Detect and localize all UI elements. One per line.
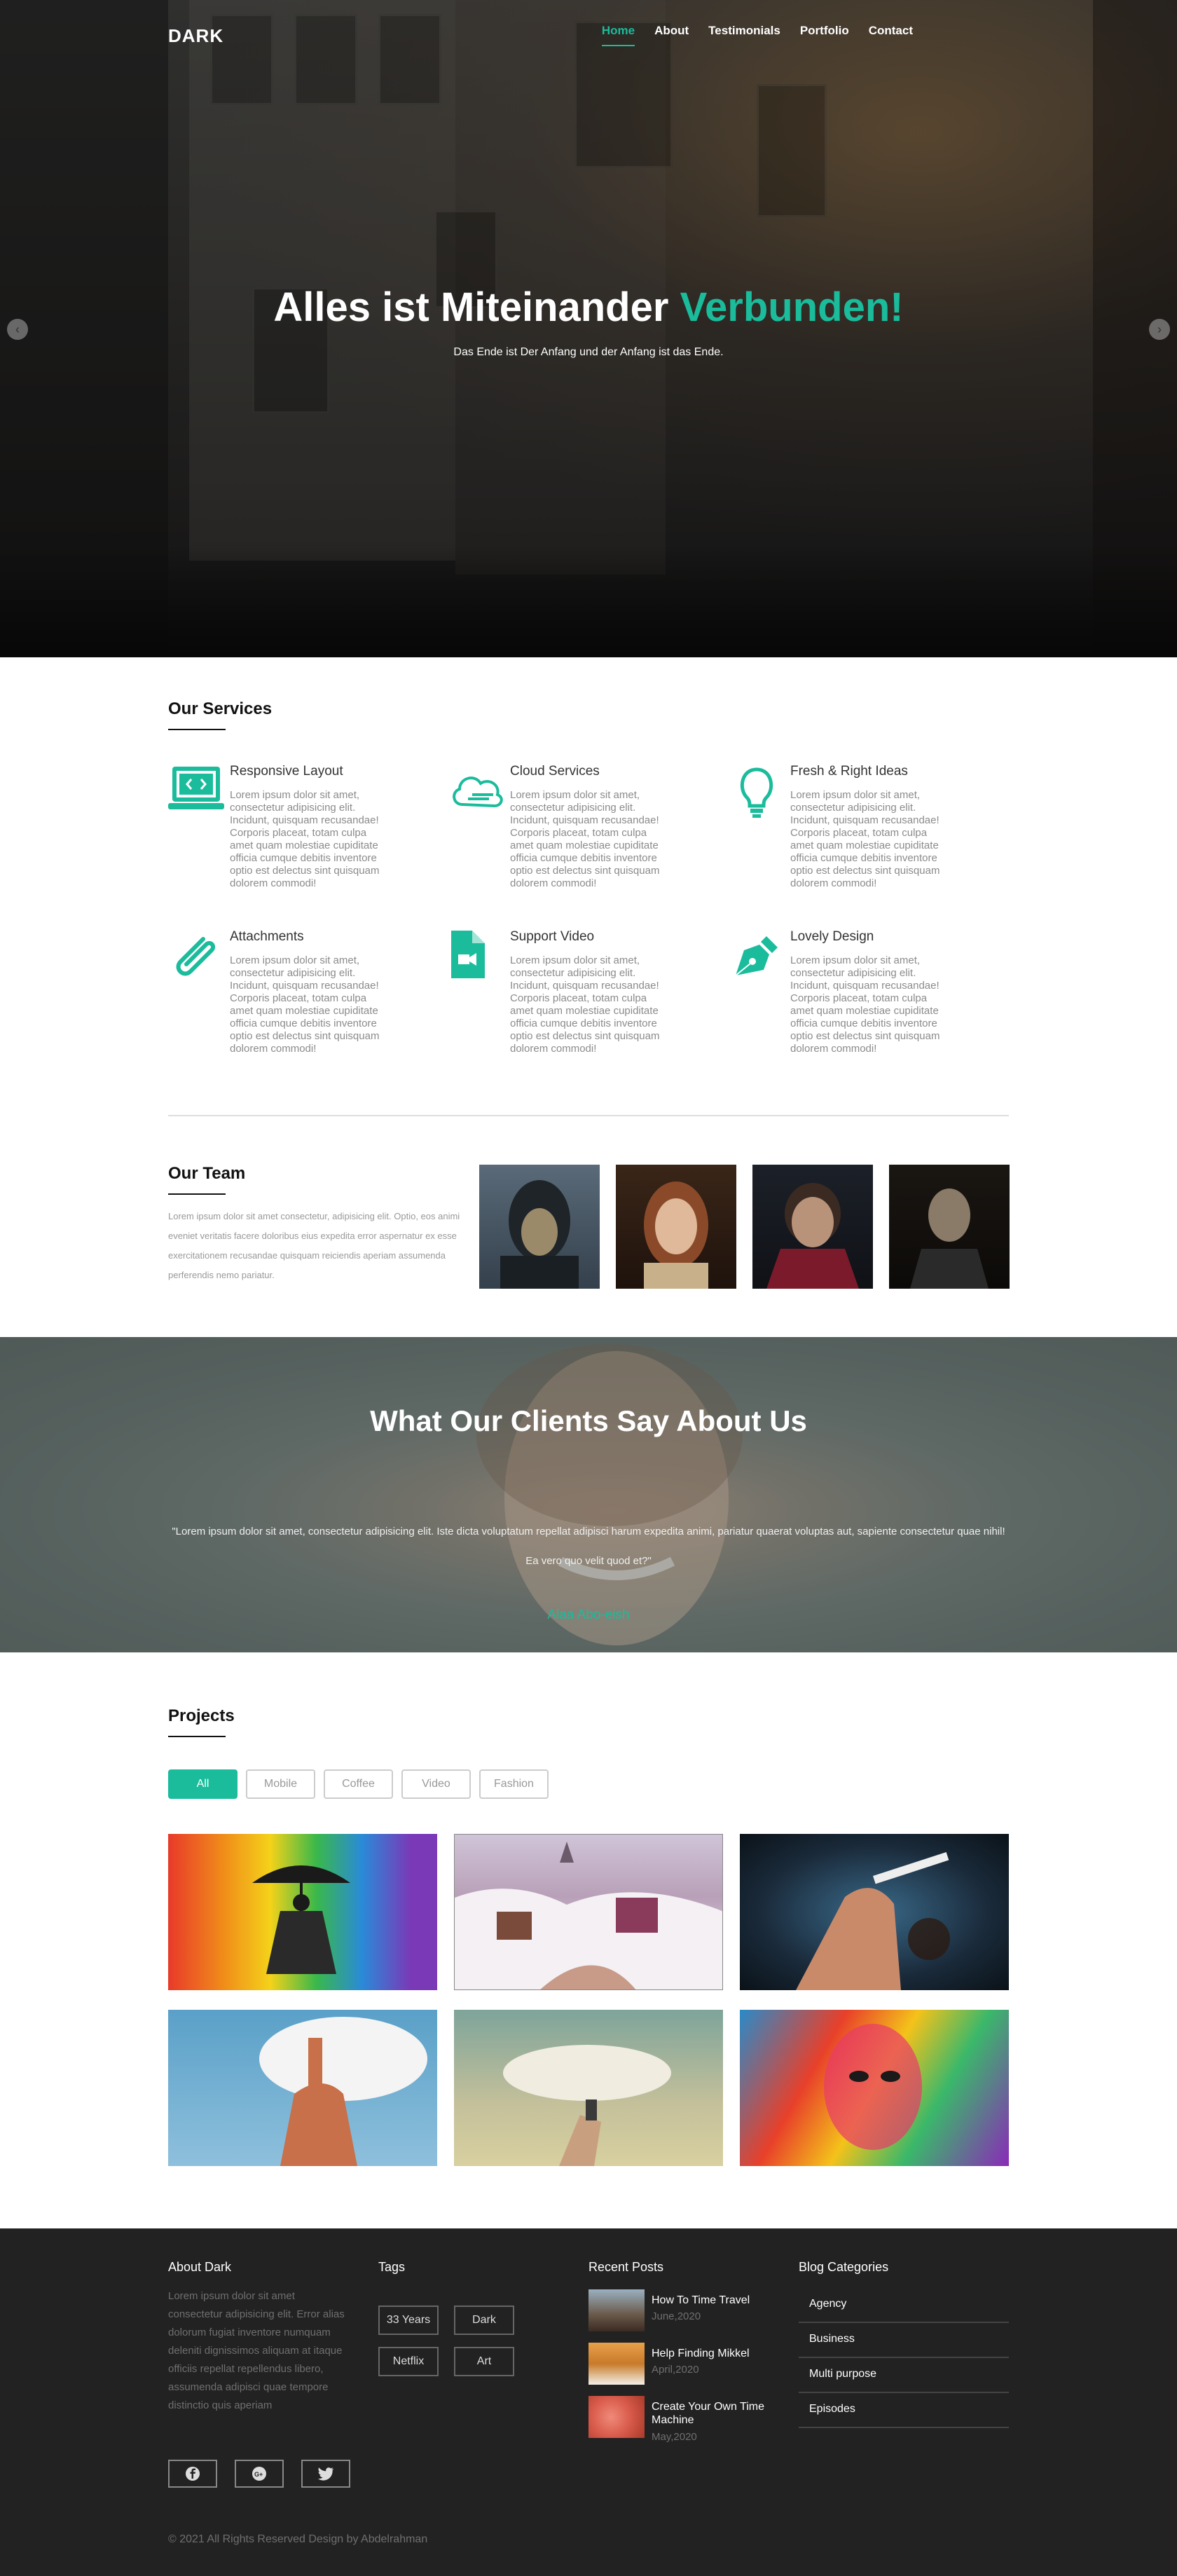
testimonial-overlay [0, 1337, 1177, 1652]
recent-post-item[interactable]: Create Your Own Time Machine May,2020 [588, 2396, 799, 2445]
post-title: How To Time Travel [652, 2294, 750, 2306]
main-nav: Home About Testimonials Portfolio Contac… [601, 24, 913, 46]
service-item-ideas: Fresh & Right Ideas Lorem ipsum dolor si… [729, 764, 1009, 904]
team-member-photo[interactable] [616, 1165, 736, 1289]
hero-title-accent: Verbunden! [680, 285, 904, 330]
footer-tags-title: Tags [378, 2260, 406, 2274]
tag-art[interactable]: Art [454, 2347, 514, 2376]
team-title: Our Team [168, 1164, 246, 1195]
filter-coffee[interactable]: Coffee [324, 1769, 393, 1799]
post-title: Help Finding Mikkel [652, 2348, 750, 2359]
brand-logo[interactable]: DARK [168, 25, 223, 47]
team-member-photo[interactable] [752, 1165, 873, 1289]
service-text: Lorem ipsum dolor sit amet, consectetur … [510, 789, 660, 889]
service-title: Lovely Design [790, 929, 874, 944]
tag-dark[interactable]: Dark [454, 2306, 514, 2335]
footer-tags: Tags [378, 2260, 405, 2287]
filter-video[interactable]: Video [401, 1769, 471, 1799]
hero-title-main: Alles ist Miteinander [273, 285, 680, 330]
project-item[interactable] [168, 1834, 437, 1990]
service-item-attachments: Attachments Lorem ipsum dolor sit amet, … [168, 929, 448, 1069]
footer-about-title: About Dark [168, 2260, 232, 2274]
footer-categories-title: Blog Categories [799, 2260, 889, 2274]
footer-blog-categories: Blog Categories Agency Business Multi pu… [799, 2260, 1009, 2442]
svg-text:G+: G+ [254, 2471, 263, 2478]
post-thumbnail [588, 2396, 645, 2438]
team-member-photo[interactable] [889, 1165, 1010, 1289]
filter-all[interactable]: All [168, 1769, 238, 1799]
testimonial-quote: "Lorem ipsum dolor sit amet, consectetur… [172, 1526, 1005, 1567]
category-multi-purpose[interactable]: Multi purpose [799, 2358, 1009, 2393]
project-item[interactable] [454, 1834, 723, 1990]
project-item[interactable] [454, 2010, 723, 2166]
post-date: April,2020 [652, 2364, 699, 2376]
services-title: Our Services [168, 699, 273, 730]
service-title: Support Video [510, 929, 595, 944]
projects-title: Projects [168, 1706, 235, 1737]
hero-section: DARK Home About Testimonials Portfolio C… [0, 0, 1177, 657]
hero-subtitle: Das Ende ist Der Anfang und der Anfang i… [453, 346, 724, 358]
slider-prev-arrow-icon[interactable]: ‹ [7, 319, 28, 340]
google-plus-icon[interactable]: G+ [235, 2460, 284, 2488]
service-text: Lorem ipsum dolor sit amet, consectetur … [790, 954, 940, 1055]
testimonial-author: Alaa Abo-eish [547, 1608, 630, 1622]
nav-home[interactable]: Home [601, 24, 635, 46]
tag-33-years[interactable]: 33 Years [378, 2306, 439, 2335]
post-date: May,2020 [652, 2431, 697, 2443]
filter-mobile[interactable]: Mobile [246, 1769, 315, 1799]
category-episodes[interactable]: Episodes [799, 2393, 1009, 2428]
nav-portfolio[interactable]: Portfolio [800, 24, 849, 46]
service-item-video: Support Video Lorem ipsum dolor sit amet… [448, 929, 729, 1069]
recent-post-item[interactable]: How To Time Travel June,2020 [588, 2289, 799, 2338]
testimonials-section: What Our Clients Say About Us "Lorem ips… [0, 1337, 1177, 1652]
nav-about[interactable]: About [654, 24, 689, 46]
footer-about-text: Lorem ipsum dolor sit amet consectetur a… [168, 2290, 345, 2411]
twitter-icon[interactable] [301, 2460, 350, 2488]
project-item[interactable] [740, 1834, 1009, 1990]
service-title: Cloud Services [510, 764, 600, 779]
footer-recent-posts: Recent Posts How To Time Travel June,202… [588, 2260, 799, 2484]
nav-contact[interactable]: Contact [869, 24, 913, 46]
hero-title: Alles ist Miteinander Verbunden! [0, 284, 1177, 331]
section-divider [168, 1115, 1009, 1116]
laptop-code-icon [168, 767, 224, 809]
service-text: Lorem ipsum dolor sit amet, consectetur … [790, 789, 940, 889]
pen-nib-icon [735, 936, 778, 976]
copyright: © 2021 All Rights Reserved Design by Abd… [168, 2533, 428, 2545]
testimonials-title: What Our Clients Say About Us [370, 1404, 807, 1437]
footer: About Dark Lorem ipsum dolor sit amet co… [0, 2228, 1177, 2576]
paperclip-icon [176, 937, 216, 976]
video-file-icon [451, 931, 485, 978]
category-business[interactable]: Business [799, 2323, 1009, 2358]
facebook-icon[interactable] [168, 2460, 217, 2488]
footer-posts-title: Recent Posts [588, 2260, 664, 2274]
lightbulb-icon [740, 767, 773, 818]
team-member-photo[interactable] [479, 1165, 600, 1289]
post-thumbnail [588, 2289, 645, 2331]
slider-next-arrow-icon[interactable]: › [1149, 319, 1170, 340]
service-text: Lorem ipsum dolor sit amet, consectetur … [230, 954, 380, 1055]
post-title: Create Your Own Time Machine [652, 2401, 764, 2426]
project-filters: All Mobile Coffee Video Fashion [168, 1769, 549, 1799]
service-text: Lorem ipsum dolor sit amet, consectetur … [510, 954, 660, 1055]
tag-netflix[interactable]: Netflix [378, 2347, 439, 2376]
post-date: June,2020 [652, 2310, 701, 2322]
recent-post-item[interactable]: Help Finding Mikkel April,2020 [588, 2343, 799, 2392]
category-agency[interactable]: Agency [799, 2288, 1009, 2323]
project-item[interactable] [168, 2010, 437, 2166]
team-description: Lorem ipsum dolor sit amet consectetur, … [168, 1211, 460, 1280]
service-item-cloud: Cloud Services Lorem ipsum dolor sit ame… [448, 764, 729, 904]
service-text: Lorem ipsum dolor sit amet, consectetur … [230, 789, 380, 889]
post-thumbnail [588, 2343, 645, 2385]
project-item[interactable] [740, 2010, 1009, 2166]
service-item-design: Lovely Design Lorem ipsum dolor sit amet… [729, 929, 1009, 1069]
service-title: Attachments [230, 929, 304, 944]
service-title: Responsive Layout [230, 764, 343, 779]
service-title: Fresh & Right Ideas [790, 764, 908, 779]
footer-about: About Dark Lorem ipsum dolor sit amet co… [168, 2260, 352, 2415]
cloud-icon [453, 776, 503, 808]
service-item-responsive: Responsive Layout Lorem ipsum dolor sit … [168, 764, 448, 904]
filter-fashion[interactable]: Fashion [479, 1769, 549, 1799]
nav-testimonials[interactable]: Testimonials [708, 24, 780, 46]
